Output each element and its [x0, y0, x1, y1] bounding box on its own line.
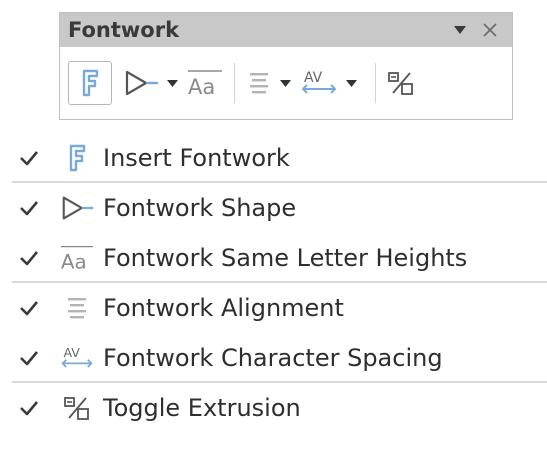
character-spacing-icon: AV [302, 70, 336, 94]
menu-item-label: Fontwork Alignment [103, 294, 344, 322]
fontwork-f-icon [59, 143, 95, 173]
fontwork-alignment-button[interactable] [245, 60, 273, 106]
toolbar-header[interactable]: Fontwork [60, 13, 512, 47]
same-letter-heights-button[interactable]: Aa [186, 60, 224, 106]
toggle-extrusion-button[interactable] [386, 60, 416, 106]
menu-item-fontwork-shape[interactable]: Fontwork Shape [12, 183, 547, 233]
fontwork-shape-dropdown-icon[interactable] [164, 79, 180, 87]
same-letter-heights-icon: Aa [188, 70, 222, 98]
toolbar-separator [375, 63, 376, 103]
svg-text:Aa: Aa [61, 250, 87, 273]
alignment-icon [250, 73, 268, 94]
same-letter-heights-icon: Aa [59, 243, 95, 273]
checkmark-icon [19, 300, 47, 316]
toolbar-menu-dropdown-icon[interactable] [448, 18, 472, 42]
fontwork-shape-icon [59, 193, 95, 223]
menu-item-same-letter-heights[interactable]: Aa Fontwork Same Letter Heights [12, 233, 547, 283]
toolbar-buttons: Aa AV [60, 47, 512, 119]
checkmark-icon [19, 150, 47, 166]
menu-item-character-spacing[interactable]: AV Fontwork Character Spacing [12, 333, 547, 383]
toolbar-separator [234, 63, 235, 103]
insert-fontwork-button[interactable] [68, 61, 112, 105]
alignment-icon [59, 295, 95, 321]
checkmark-icon [19, 250, 47, 266]
menu-item-label: Insert Fontwork [103, 144, 290, 172]
fontwork-shape-button[interactable] [122, 60, 160, 106]
toolbar-title: Fontwork [68, 18, 180, 42]
menu-item-label: Fontwork Character Spacing [103, 344, 443, 372]
menu-item-label: Fontwork Same Letter Heights [103, 244, 468, 272]
fontwork-f-icon [82, 69, 99, 97]
character-spacing-dropdown-icon[interactable] [343, 79, 359, 87]
visible-buttons-menu: Insert Fontwork Fontwork Shape Aa Fontwo… [12, 133, 547, 433]
menu-item-toggle-extrusion[interactable]: Toggle Extrusion [12, 383, 547, 433]
close-icon[interactable] [478, 18, 502, 42]
fontwork-toolbar: Fontwork Aa AV [59, 12, 513, 120]
toggle-extrusion-icon [388, 72, 413, 95]
checkmark-icon [19, 200, 47, 216]
character-spacing-button[interactable]: AV [299, 60, 339, 106]
checkmark-icon [19, 400, 47, 416]
menu-item-label: Toggle Extrusion [103, 394, 301, 422]
menu-item-fontwork-alignment[interactable]: Fontwork Alignment [12, 283, 547, 333]
svg-text:AV: AV [64, 345, 81, 360]
character-spacing-icon: AV [59, 343, 95, 373]
fontwork-shape-icon [125, 70, 158, 96]
fontwork-alignment-dropdown-icon[interactable] [277, 79, 293, 87]
svg-text:AV: AV [304, 70, 323, 86]
menu-item-insert-fontwork[interactable]: Insert Fontwork [12, 133, 547, 183]
checkmark-icon [19, 350, 47, 366]
menu-item-label: Fontwork Shape [103, 194, 297, 222]
toggle-extrusion-icon [59, 393, 95, 423]
svg-text:Aa: Aa [188, 75, 215, 98]
